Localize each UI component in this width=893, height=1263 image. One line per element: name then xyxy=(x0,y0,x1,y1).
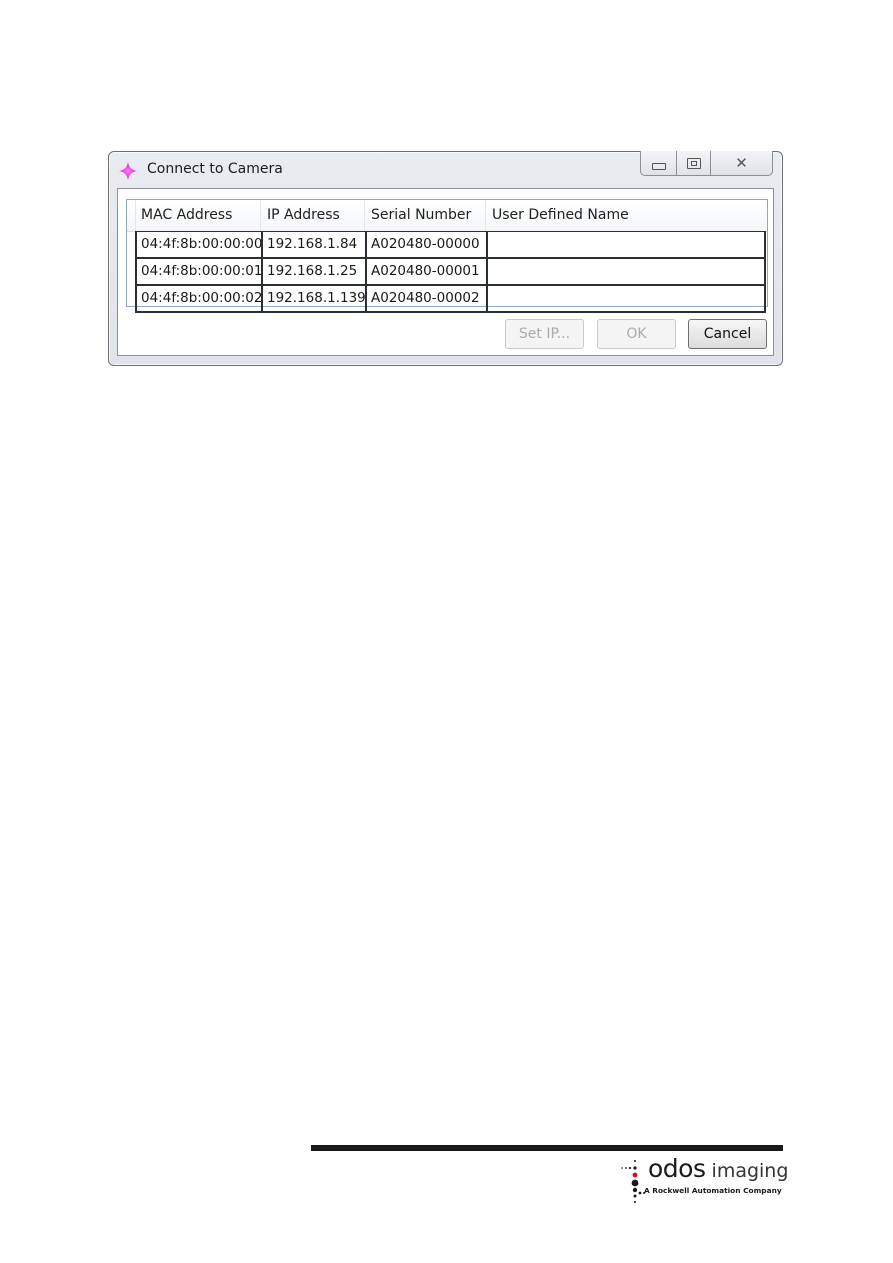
column-header-ip[interactable]: IP Address xyxy=(261,200,365,231)
cell-user-name[interactable] xyxy=(486,286,766,311)
table-row[interactable]: 04:4f:8b:00:00:00 192.168.1.84 A020480-0… xyxy=(135,231,766,259)
connect-to-camera-dialog: Connect to Camera ✕ MAC Address IP Addre… xyxy=(108,151,783,366)
camera-grid[interactable]: MAC Address IP Address Serial Number Use… xyxy=(126,199,768,313)
close-icon: ✕ xyxy=(735,153,748,172)
footer-rule xyxy=(311,1145,783,1151)
grid-header: MAC Address IP Address Serial Number Use… xyxy=(127,200,767,232)
maximize-button[interactable] xyxy=(677,151,711,176)
odos-imaging-logo: odos imaging A Rockwell Automation Compa… xyxy=(620,1154,790,1208)
minimize-icon xyxy=(651,162,666,170)
table-row[interactable]: 04:4f:8b:00:00:02 192.168.1.139 A020480-… xyxy=(135,286,766,313)
cell-serial[interactable]: A020480-00002 xyxy=(365,286,486,311)
minimize-button[interactable] xyxy=(640,151,677,176)
set-ip-button[interactable]: Set IP... xyxy=(505,319,584,349)
cell-user-name[interactable] xyxy=(486,232,766,257)
close-button[interactable]: ✕ xyxy=(711,151,773,176)
column-header-serial[interactable]: Serial Number xyxy=(365,200,486,231)
app-star-icon xyxy=(119,162,137,180)
cell-serial[interactable]: A020480-00000 xyxy=(365,232,486,257)
cell-ip[interactable]: 192.168.1.84 xyxy=(261,232,365,257)
logo-dots-icon xyxy=(621,1160,645,1203)
cell-mac[interactable]: 04:4f:8b:00:00:00 xyxy=(135,232,261,257)
window-title: Connect to Camera xyxy=(147,161,283,177)
ok-button[interactable]: OK xyxy=(597,319,676,349)
title-bar[interactable]: Connect to Camera ✕ xyxy=(109,151,782,188)
cell-ip[interactable]: 192.168.1.25 xyxy=(261,259,365,284)
column-header-user-name[interactable]: User Defined Name xyxy=(486,200,765,231)
table-row[interactable]: 04:4f:8b:00:00:01 192.168.1.25 A020480-0… xyxy=(135,259,766,286)
logo-wordmark: odos imaging xyxy=(648,1154,788,1183)
logo-wordmark-light: imaging xyxy=(705,1160,789,1182)
cell-mac[interactable]: 04:4f:8b:00:00:02 xyxy=(135,286,261,311)
logo-tagline: A Rockwell Automation Company xyxy=(644,1186,782,1195)
grid-rows: 04:4f:8b:00:00:00 192.168.1.84 A020480-0… xyxy=(135,231,766,313)
logo-wordmark-bold: odos xyxy=(648,1154,706,1183)
maximize-icon xyxy=(686,157,701,169)
caption-buttons: ✕ xyxy=(640,151,773,176)
cell-mac[interactable]: 04:4f:8b:00:00:01 xyxy=(135,259,261,284)
cell-user-name[interactable] xyxy=(486,259,766,284)
cancel-button[interactable]: Cancel xyxy=(688,319,767,349)
cell-ip[interactable]: 192.168.1.139 xyxy=(261,286,365,311)
cell-serial[interactable]: A020480-00001 xyxy=(365,259,486,284)
dialog-client-area: MAC Address IP Address Serial Number Use… xyxy=(117,188,774,356)
column-header-mac[interactable]: MAC Address xyxy=(135,200,261,231)
